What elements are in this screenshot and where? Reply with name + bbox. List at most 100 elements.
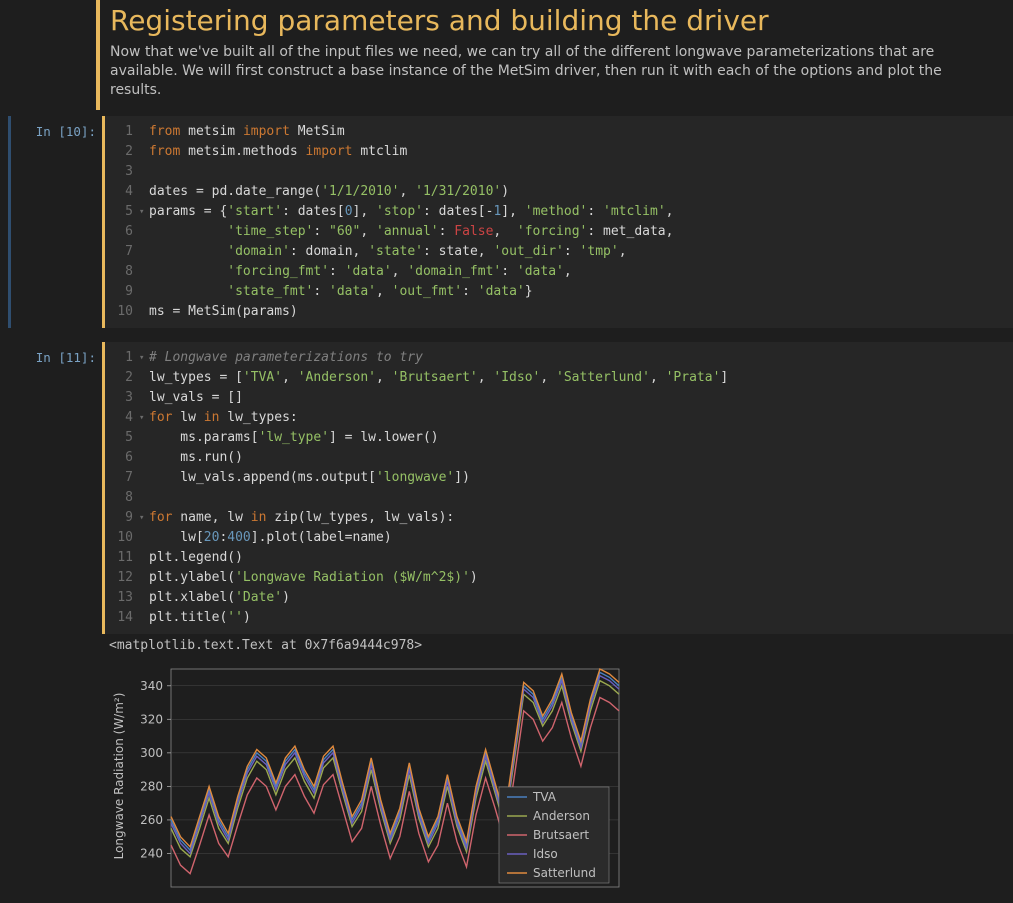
fold-indicator-icon <box>139 588 149 608</box>
svg-text:300: 300 <box>140 746 163 760</box>
output-row: <matplotlib.text.Text at 0x7f6a9444c978> <box>0 634 1013 657</box>
code-text[interactable]: lw[20:400].plot(label=name) <box>149 528 392 548</box>
section-paragraph: Now that we've built all of the input fi… <box>110 43 950 100</box>
code-text[interactable]: for lw in lw_types: <box>149 408 298 428</box>
longwave-line-chart: 240 260 280 300 320 340 Longwave Radiation (W/… <box>109 661 629 891</box>
code-text[interactable]: plt.ylabel('Longwave Radiation ($W/m^2$)… <box>149 568 478 588</box>
code-text[interactable]: plt.title('') <box>149 608 251 628</box>
svg-text:340: 340 <box>140 678 163 692</box>
code-line[interactable]: 3 lw_vals = [] <box>105 388 1013 408</box>
fold-indicator-icon <box>139 222 149 242</box>
code-text[interactable]: lw_vals.append(ms.output['longwave']) <box>149 468 470 488</box>
plot-output: 240 260 280 300 320 340 Longwave Radiation (W/… <box>99 657 629 895</box>
line-number: 11 <box>105 548 139 568</box>
code-line[interactable]: 10 lw[20:400].plot(label=name) <box>105 528 1013 548</box>
fold-indicator-icon[interactable]: ▾ <box>139 408 149 428</box>
fold-indicator-icon[interactable]: ▾ <box>139 508 149 528</box>
code-text[interactable]: params = {'start': dates[0], 'stop': dat… <box>149 202 673 222</box>
code-text[interactable]: from metsim.methods import mtclim <box>149 142 407 162</box>
code-line[interactable]: 10 ms = MetSim(params) <box>105 302 1013 322</box>
fold-indicator-icon <box>139 142 149 162</box>
line-number: 1 <box>105 348 139 368</box>
run-indicator-bar <box>8 116 11 328</box>
code-text[interactable]: for name, lw in zip(lw_types, lw_vals): <box>149 508 454 528</box>
line-number: 3 <box>105 388 139 408</box>
code-line[interactable]: 11 plt.legend() <box>105 548 1013 568</box>
code-line[interactable]: 12 plt.ylabel('Longwave Radiation ($W/m^2… <box>105 568 1013 588</box>
line-number: 8 <box>105 488 139 508</box>
fold-indicator-icon <box>139 608 149 628</box>
fold-indicator-icon <box>139 182 149 202</box>
code-text[interactable]: 'state_fmt': 'data', 'out_fmt': 'data'} <box>149 282 533 302</box>
code-line[interactable]: 9 'state_fmt': 'data', 'out_fmt': 'data'… <box>105 282 1013 302</box>
fold-indicator-icon <box>139 162 149 182</box>
code-text[interactable]: 'domain': domain, 'state': state, 'out_d… <box>149 242 627 262</box>
code-text[interactable]: lw_types = ['TVA', 'Anderson', 'Brutsaer… <box>149 368 728 388</box>
code-text[interactable]: dates = pd.date_range('1/1/2010', '1/31/… <box>149 182 509 202</box>
line-number: 9 <box>105 508 139 528</box>
code-text[interactable]: from metsim import MetSim <box>149 122 345 142</box>
line-number: 12 <box>105 568 139 588</box>
svg-text:280: 280 <box>140 779 163 793</box>
svg-text:320: 320 <box>140 712 163 726</box>
fold-indicator-icon[interactable]: ▾ <box>139 348 149 368</box>
plot-output-row: 240 260 280 300 320 340 Longwave Radiation (W/… <box>0 657 1013 895</box>
fold-indicator-icon[interactable]: ▾ <box>139 202 149 222</box>
line-number: 2 <box>105 368 139 388</box>
line-number: 4 <box>105 182 139 202</box>
legend-label: Idso <box>533 847 558 861</box>
fold-indicator-icon <box>139 302 149 322</box>
code-line[interactable]: 9▾for name, lw in zip(lw_types, lw_vals)… <box>105 508 1013 528</box>
code-line[interactable]: 4▾for lw in lw_types: <box>105 408 1013 428</box>
code-text[interactable]: ms.run() <box>149 448 243 468</box>
fold-indicator-icon <box>139 528 149 548</box>
code-text[interactable]: 'time_step': "60", 'annual': False, 'for… <box>149 222 673 242</box>
fold-indicator-icon <box>139 448 149 468</box>
code-text[interactable]: plt.legend() <box>149 548 243 568</box>
line-number: 2 <box>105 142 139 162</box>
code-line[interactable]: 5 ms.params['lw_type'] = lw.lower() <box>105 428 1013 448</box>
line-number: 8 <box>105 262 139 282</box>
code-line[interactable]: 6 ms.run() <box>105 448 1013 468</box>
code-text[interactable]: plt.xlabel('Date') <box>149 588 290 608</box>
code-line[interactable]: 5▾params = {'start': dates[0], 'stop': d… <box>105 202 1013 222</box>
line-number: 10 <box>105 528 139 548</box>
code-line[interactable]: 3 <box>105 162 1013 182</box>
code-line[interactable]: 8 <box>105 488 1013 508</box>
code-line[interactable]: 2 lw_types = ['TVA', 'Anderson', 'Brutsae… <box>105 368 1013 388</box>
line-number: 6 <box>105 222 139 242</box>
code-line[interactable]: 6 'time_step': "60", 'annual': False, 'f… <box>105 222 1013 242</box>
input-prompt: In [10]: <box>11 116 102 328</box>
notebook-page: { "header": { "title": "Registering para… <box>0 0 1013 903</box>
code-line[interactable]: 7 'domain': domain, 'state': state, 'out… <box>105 242 1013 262</box>
fold-indicator-icon <box>139 568 149 588</box>
code-text[interactable]: ms.params['lw_type'] = lw.lower() <box>149 428 439 448</box>
code-line[interactable]: 1from metsim import MetSim <box>105 122 1013 142</box>
code-editor[interactable]: 1▾# Longwave parameterizations to try2lw… <box>105 342 1013 634</box>
svg-text:260: 260 <box>140 813 163 827</box>
fold-indicator-icon <box>139 468 149 488</box>
code-line[interactable]: 1▾# Longwave parameterizations to try <box>105 348 1013 368</box>
code-line[interactable]: 8 'forcing_fmt': 'data', 'domain_fmt': '… <box>105 262 1013 282</box>
code-text[interactable]: 'forcing_fmt': 'data', 'domain_fmt': 'da… <box>149 262 572 282</box>
fold-indicator-icon <box>139 428 149 448</box>
legend-label: Brutsaert <box>533 828 589 842</box>
code-text[interactable]: # Longwave parameterizations to try <box>149 348 423 368</box>
code-line[interactable]: 4 dates = pd.date_range('1/1/2010', '1/31… <box>105 182 1013 202</box>
code-line[interactable]: 2 from metsim.methods import mtclim <box>105 142 1013 162</box>
section-heading: Registering parameters and building the … <box>110 4 950 37</box>
legend-label: TVA <box>532 790 557 804</box>
code-line[interactable]: 7 lw_vals.append(ms.output['longwave']) <box>105 468 1013 488</box>
code-text[interactable]: lw_vals = [] <box>149 388 243 408</box>
line-number: 9 <box>105 282 139 302</box>
svg-text:240: 240 <box>140 846 163 860</box>
fold-indicator-icon <box>139 122 149 142</box>
line-number: 10 <box>105 302 139 322</box>
svg-text:Longwave Radiation (W/m²): Longwave Radiation (W/m²) <box>112 692 126 859</box>
code-line[interactable]: 13plt.xlabel('Date') <box>105 588 1013 608</box>
code-editor[interactable]: 1from metsim import MetSim2 from metsim.m… <box>105 116 1013 328</box>
input-prompt: In [11]: <box>11 342 102 634</box>
code-text[interactable]: ms = MetSim(params) <box>149 302 298 322</box>
code-line[interactable]: 14 plt.title('') <box>105 608 1013 628</box>
line-number: 14 <box>105 608 139 628</box>
